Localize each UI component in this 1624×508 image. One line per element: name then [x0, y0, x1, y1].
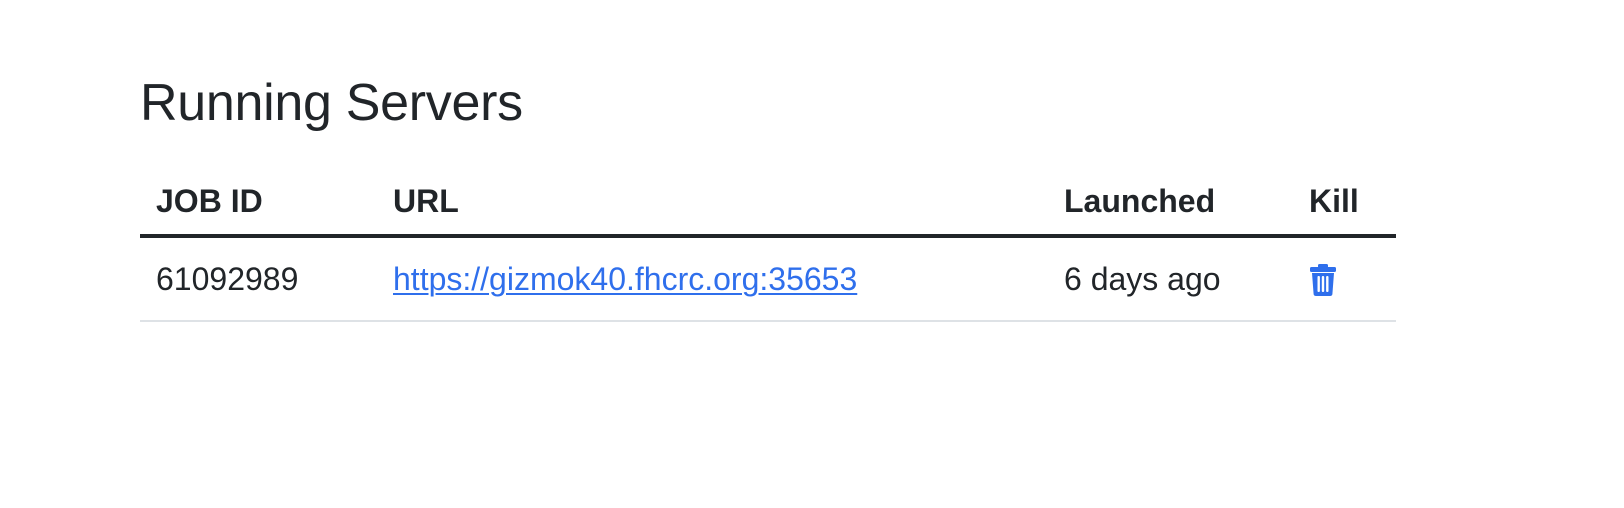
column-header-job-id: JOB ID	[140, 168, 377, 238]
trash-icon	[1309, 263, 1341, 297]
table-row: 61092989 https://gizmok40.fhcrc.org:3565…	[140, 236, 1396, 322]
server-url-link[interactable]: https://gizmok40.fhcrc.org:35653	[393, 261, 857, 297]
page-title: Running Servers	[140, 74, 523, 132]
kill-cell	[1293, 236, 1396, 322]
url-cell: https://gizmok40.fhcrc.org:35653	[377, 236, 1048, 322]
table-header-row: JOB ID URL Launched Kill	[140, 168, 1396, 238]
column-header-url: URL	[377, 168, 1048, 238]
column-header-launched: Launched	[1048, 168, 1293, 238]
column-header-kill: Kill	[1293, 168, 1396, 238]
launched-cell: 6 days ago	[1048, 236, 1293, 322]
job-id-cell: 61092989	[140, 236, 377, 322]
kill-server-button[interactable]	[1309, 263, 1341, 299]
running-servers-table: JOB ID URL Launched Kill 61092989 https:…	[140, 168, 1396, 322]
page: Running Servers JOB ID URL Launched Kill…	[0, 0, 1624, 508]
